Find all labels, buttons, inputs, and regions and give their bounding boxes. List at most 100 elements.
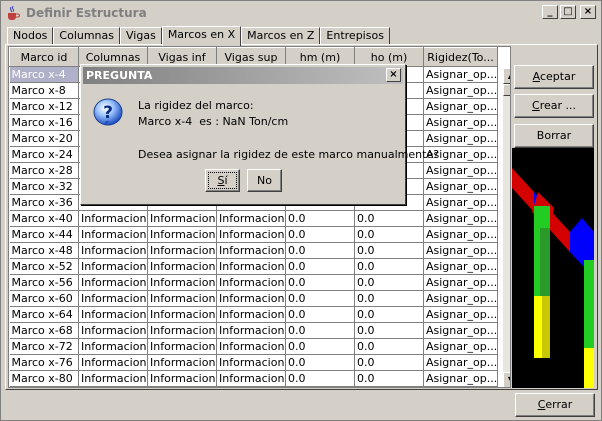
table-cell[interactable]: Informacion — [216, 306, 286, 323]
table-cell[interactable]: Informacion — [216, 370, 286, 387]
table-row[interactable]: Marco x-48 Informacion Informacion Informac… — [9, 242, 498, 259]
table-cell[interactable]: Informacion — [147, 210, 217, 227]
table-cell[interactable]: Informacion — [147, 322, 217, 339]
table-cell[interactable]: Marco x-32 — [9, 178, 79, 195]
table-cell[interactable]: Marco x-56 — [9, 274, 79, 291]
table-cell[interactable]: Asignar_op... — [423, 194, 498, 211]
table-cell[interactable]: 0.0 — [354, 210, 424, 227]
table-cell[interactable]: Asignar_op... — [423, 130, 498, 147]
table-cell[interactable]: Informacion — [216, 338, 286, 355]
table-cell[interactable]: Marco x-64 — [9, 306, 79, 323]
table-cell[interactable]: Informacion — [78, 226, 148, 243]
table-cell[interactable]: Informacion — [147, 370, 217, 387]
table-cell[interactable]: Informacion — [147, 258, 217, 275]
table-cell[interactable]: Marco x-48 — [9, 242, 79, 259]
table-cell[interactable]: Asignar_op... — [423, 178, 498, 195]
close-window-button[interactable]: × — [580, 5, 596, 19]
tab-marcos-z[interactable]: Marcos en Z — [241, 27, 321, 45]
table-cell[interactable]: 0.0 — [285, 306, 355, 323]
close-button[interactable]: Cerrar — [515, 393, 595, 417]
table-cell[interactable]: 0.0 — [354, 290, 424, 307]
table-row[interactable]: Marco x-52 Informacion Informacion Informac… — [9, 258, 498, 275]
table-cell[interactable]: 0.0 — [285, 338, 355, 355]
table-cell[interactable]: 0.0 — [285, 226, 355, 243]
table-cell[interactable]: Marco x-76 — [9, 354, 79, 371]
table-cell[interactable]: Asignar_op... — [423, 290, 498, 307]
table-cell[interactable]: Asignar_op... — [423, 354, 498, 371]
table-cell[interactable]: Marco x-40 — [9, 210, 79, 227]
yes-button[interactable]: Sí — [205, 169, 240, 192]
table-cell[interactable]: 0.0 — [285, 242, 355, 259]
table-cell[interactable]: Marco x-28 — [9, 162, 79, 179]
table-cell[interactable]: Marco x-16 — [9, 114, 79, 131]
table-cell[interactable]: Informacion — [147, 354, 217, 371]
table-cell[interactable]: Informacion — [216, 258, 286, 275]
table-cell[interactable]: Marco x-60 — [9, 290, 79, 307]
table-cell[interactable]: 0.0 — [354, 274, 424, 291]
maximize-button[interactable]: □ — [560, 5, 576, 19]
table-row[interactable]: Marco x-80 Informacion Informacion Informac… — [9, 370, 498, 387]
table-cell[interactable]: Informacion — [216, 354, 286, 371]
table-row[interactable]: Marco x-68 Informacion Informacion Informac… — [9, 322, 498, 339]
create-button[interactable]: Crear ... — [514, 94, 594, 118]
accept-button[interactable]: Aceptar — [514, 65, 594, 89]
table-cell[interactable]: Informacion — [216, 210, 286, 227]
table-cell[interactable]: 0.0 — [354, 322, 424, 339]
table-cell[interactable]: Informacion — [78, 274, 148, 291]
table-cell[interactable]: Marco x-4 — [9, 66, 79, 83]
table-cell[interactable]: Informacion — [147, 242, 217, 259]
table-cell[interactable]: Informacion — [78, 210, 148, 227]
no-button[interactable]: No — [247, 169, 282, 192]
structure-3d-view[interactable] — [512, 148, 594, 388]
table-cell[interactable]: Asignar_op... — [423, 274, 498, 291]
table-cell[interactable]: Asignar_op... — [423, 210, 498, 227]
table-cell[interactable]: 0.0 — [354, 242, 424, 259]
table-row[interactable]: Marco x-44 Informacion Informacion Informac… — [9, 226, 498, 243]
table-cell[interactable]: Informacion — [147, 274, 217, 291]
table-cell[interactable]: Informacion — [78, 370, 148, 387]
table-cell[interactable]: Informacion — [216, 322, 286, 339]
table-cell[interactable]: Informacion — [78, 258, 148, 275]
table-cell[interactable]: Marco x-24 — [9, 146, 79, 163]
table-row[interactable]: Marco x-40 Informacion Informacion Informac… — [9, 210, 498, 227]
table-cell[interactable]: Marco x-44 — [9, 226, 79, 243]
table-cell[interactable]: Informacion — [78, 338, 148, 355]
table-row[interactable]: Marco x-56 Informacion Informacion Informac… — [9, 274, 498, 291]
tab-nodos[interactable]: Nodos — [7, 27, 54, 45]
table-cell[interactable]: Informacion — [78, 242, 148, 259]
table-cell[interactable]: Asignar_op... — [423, 322, 498, 339]
table-cell[interactable]: 0.0 — [285, 290, 355, 307]
tab-marcos-x[interactable]: Marcos en X — [161, 26, 242, 46]
table-cell[interactable]: Asignar_op... — [423, 258, 498, 275]
table-cell[interactable]: Marco x-80 — [9, 370, 79, 387]
table-cell[interactable]: Informacion — [216, 274, 286, 291]
table-cell[interactable]: 0.0 — [285, 210, 355, 227]
table-cell[interactable]: Asignar_op... — [423, 82, 498, 99]
table-cell[interactable]: Informacion — [216, 242, 286, 259]
table-cell[interactable]: Asignar_op... — [423, 226, 498, 243]
scroll-thumb[interactable] — [503, 84, 510, 96]
tab-columnas[interactable]: Columnas — [53, 27, 121, 45]
tab-entrepisos[interactable]: Entrepisos — [320, 27, 390, 45]
table-cell[interactable]: Informacion — [216, 226, 286, 243]
table-cell[interactable]: Informacion — [216, 290, 286, 307]
table-cell[interactable]: 0.0 — [285, 370, 355, 387]
table-cell[interactable]: Asignar_op... — [423, 338, 498, 355]
table-row[interactable]: Marco x-64 Informacion Informacion Informac… — [9, 306, 498, 323]
table-cell[interactable]: 0.0 — [285, 354, 355, 371]
table-cell[interactable]: 0.0 — [354, 354, 424, 371]
scroll-down-arrow-icon[interactable]: ▼ — [503, 372, 510, 387]
table-cell[interactable]: 0.0 — [285, 258, 355, 275]
table-cell[interactable]: Asignar_op... — [423, 98, 498, 115]
delete-button[interactable]: Borrar — [514, 124, 594, 148]
table-cell[interactable]: Asignar_op... — [423, 66, 498, 83]
table-cell[interactable]: 0.0 — [354, 370, 424, 387]
table-cell[interactable]: Marco x-36 — [9, 194, 79, 211]
table-cell[interactable]: Informacion — [147, 338, 217, 355]
table-cell[interactable]: Informacion — [147, 306, 217, 323]
table-cell[interactable]: 0.0 — [285, 274, 355, 291]
table-cell[interactable]: Informacion — [78, 322, 148, 339]
scroll-up-arrow-icon[interactable]: ▲ — [503, 68, 510, 84]
table-cell[interactable]: Marco x-20 — [9, 130, 79, 147]
table-cell[interactable]: Asignar_op... — [423, 370, 498, 387]
